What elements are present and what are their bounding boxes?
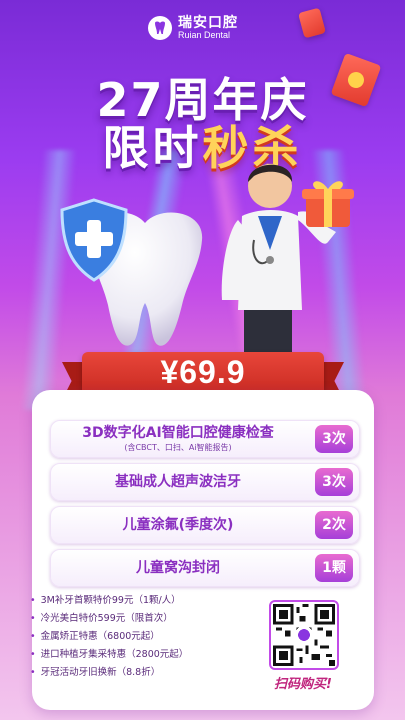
- shield-cross-icon: [60, 198, 128, 282]
- item-count-badge: 2次: [315, 511, 353, 539]
- price-label: ¥69.9: [160, 354, 246, 390]
- item-count-badge: 3次: [315, 468, 353, 496]
- qr-code[interactable]: [269, 600, 339, 670]
- perk-item: 进口种植牙集采特惠（2800元起）: [30, 646, 250, 664]
- item-name: 3D数字化AI智能口腔健康检查: [82, 425, 274, 441]
- perk-item: 金属矫正特惠（6800元起）: [30, 628, 250, 646]
- perks-list: 3M补牙首颗特价99元（1颗/人） 冷光美白特价599元（限首次） 金属矫正特惠…: [30, 592, 250, 682]
- item-count-badge: 3次: [315, 425, 353, 453]
- headline-limited: 限时: [102, 121, 203, 175]
- red-packet-icon: [298, 7, 326, 39]
- package-item[interactable]: 儿童涂氟(季度次) 2次: [50, 506, 360, 544]
- perk-item: 3M补牙首颗特价99元（1颗/人）: [30, 592, 250, 610]
- item-name: 基础成人超声波洁牙: [115, 474, 241, 490]
- scan-to-buy-label: 扫码购买!: [274, 677, 332, 692]
- item-subtitle: (含CBCT、口扫、Ai智能报告): [124, 443, 232, 452]
- brand-logo: 瑞安口腔 Ruian Dental: [148, 15, 238, 41]
- tooth-logo-icon: [148, 16, 172, 41]
- package-item[interactable]: 基础成人超声波洁牙 3次: [50, 463, 360, 501]
- item-name: 儿童窝沟封闭: [136, 560, 220, 576]
- package-item[interactable]: 儿童窝沟封闭 1颗: [50, 549, 360, 587]
- brand-name-cn: 瑞安口腔: [178, 15, 238, 31]
- brand-name-en: Ruian Dental: [178, 29, 231, 40]
- gift-box-icon: [302, 181, 354, 227]
- item-name: 儿童涂氟(季度次): [122, 517, 234, 533]
- perk-item: 冷光美白特价599元（限首次）: [30, 610, 250, 628]
- qr-code-image: [273, 604, 335, 666]
- package-item[interactable]: 3D数字化AI智能口腔健康检查 (含CBCT、口扫、Ai智能报告) 3次: [50, 420, 360, 458]
- perk-item: 牙冠活动牙旧换新（8.8折）: [30, 664, 250, 682]
- item-count-badge: 1颗: [315, 554, 353, 582]
